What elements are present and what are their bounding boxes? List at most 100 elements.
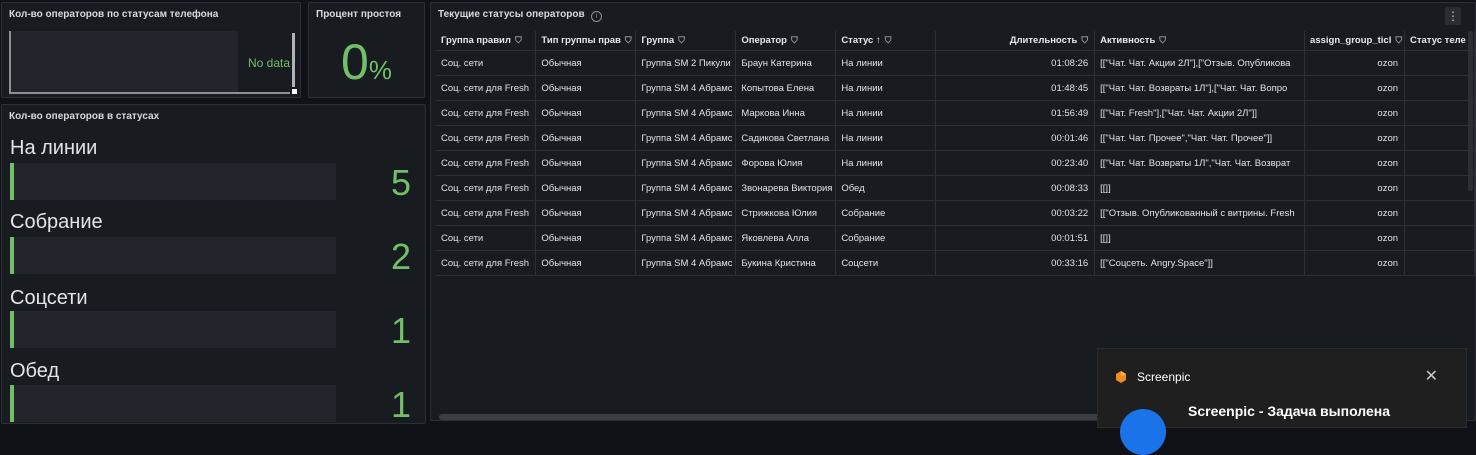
resize-handle[interactable] [292,89,297,94]
table-cell: Собрание [835,200,936,226]
table-header-row: Группа правил ⛉ Тип группы прав ⛉ Группа ⛉ … [436,31,1475,51]
table-cell [1404,150,1475,176]
status-bar-fill [10,385,14,422]
column-header[interactable]: Активность ⛉ [1094,31,1306,51]
table-cell: ozon [1304,100,1406,126]
table-cell: [["Соцсеть. Angry.Space"]] [1094,250,1306,276]
filter-icon[interactable]: ⛉ [791,35,798,46]
table-cell [1404,125,1475,151]
column-header[interactable]: Тип группы прав ⛉ [535,31,637,51]
filter-icon[interactable]: ⛉ [1159,35,1166,46]
table-cell: Обед [835,175,936,201]
table-cell: Соц. сети для Fresh [436,125,537,151]
vertical-scrollbar[interactable] [1468,31,1473,191]
panel-title: Процент простоя [316,9,402,20]
idle-unit: % [368,55,392,85]
table-cell: Обычная [535,150,637,176]
filter-icon[interactable]: ⛉ [1395,35,1402,46]
table-cell: Соц. сети [436,50,537,76]
column-header-label: Статус теле [1410,35,1466,46]
filter-icon[interactable]: ⛉ [625,35,632,46]
table-cell: Собрание [835,225,936,251]
column-header-label: Группа правил [441,35,511,46]
table-cell [1404,225,1475,251]
table-cell: Группа SM 4 Абрамс [635,125,737,151]
table-cell: 01:08:26 [935,50,1096,76]
table-cell: Маркова Инна [735,100,837,126]
close-icon[interactable]: ✕ [1425,366,1438,386]
table-cell: 00:08:33 [935,175,1096,201]
table-cell: 00:33:16 [935,250,1096,276]
table-cell: 00:01:46 [935,125,1096,151]
table-cell: Обычная [535,125,637,151]
column-header-label: Активность [1100,35,1156,46]
idle-value: 0% [309,33,424,91]
table-row[interactable]: Соц. сети для Fresh Обычная Группа SM 4 Аб… [436,125,1475,151]
column-header[interactable]: Статус ↑ ⛉ [835,31,936,51]
status-label: Обед [10,360,60,382]
table-cell: Обычная [535,75,637,101]
table-cell: 00:01:51 [935,225,1096,251]
column-header[interactable]: assign_group_ticl ⛉ [1304,31,1406,51]
table-cell: Обычная [535,200,637,226]
table-cell: Обычная [535,50,637,76]
table-cell: ozon [1304,125,1406,151]
filter-icon[interactable]: ⛉ [515,35,522,46]
horizontal-scrollbar[interactable] [439,414,1139,420]
column-header[interactable]: Оператор ⛉ [735,31,837,51]
table-cell: Соц. сети для Fresh [436,250,537,276]
table-row[interactable]: Соц. сети Обычная Группа SM 4 Абрамс Яковле… [436,225,1475,251]
info-icon[interactable]: i [591,11,602,22]
table-cell: [["Чат. Чат. Прочее","Чат. Чат. Прочее"]… [1094,125,1306,151]
column-header[interactable]: Статус теле [1404,31,1475,51]
table-cell: [["Чат. Fresh"],["Чат. Чат. Акции 2Л"]] [1094,100,1306,126]
column-header[interactable]: Длительность ⛉ [935,31,1096,51]
table-cell: [["Отзыв. Опубликованный с витрины. Fres… [1094,200,1306,226]
table-cell: Соцсети [835,250,936,276]
table-cell: На линии [835,50,936,76]
table-cell: ozon [1304,150,1406,176]
table-cell: Обычная [535,225,637,251]
status-bar-fill [10,237,14,274]
column-header[interactable]: Группа ⛉ [635,31,737,51]
filter-icon[interactable]: ⛉ [678,35,685,46]
sort-asc-icon[interactable]: ↑ [876,35,881,46]
status-count: 5 [390,162,411,203]
table-cell: 00:03:22 [935,200,1096,226]
notification-toast[interactable]: Screenpic ✕ Screenpic - Задача выполена [1097,348,1467,455]
table-cell: Яковлева Алла [735,225,837,251]
table-row[interactable]: Соц. сети для Fresh Обычная Группа SM 4 Аб… [436,100,1475,126]
table-cell: Соц. сети для Fresh [436,75,537,101]
status-bar-fill [10,163,14,200]
table-cell: Группа SM 4 Абрамс [635,250,737,276]
table-row[interactable]: Соц. сети для Fresh Обычная Группа SM 4 Аб… [436,250,1475,276]
table-cell: [["Чат. Чат. Возвраты 1Л","Чат. Чат. Воз… [1094,150,1306,176]
column-header-label: Группа [641,35,675,46]
table-cell: [[]] [1094,225,1306,251]
filter-icon[interactable]: ⛉ [885,35,892,46]
table-row[interactable]: Соц. сети Обычная Группа SM 2 Пикули Браун … [436,50,1475,76]
status-label: Соцсети [10,287,88,309]
menu-icon[interactable]: ⋮ [1445,7,1461,25]
plot-area [9,31,238,93]
filter-icon[interactable]: ⛉ [1081,35,1088,46]
column-header-label: Статус [841,35,874,46]
table-cell [1404,50,1475,76]
toast-avatar [1120,409,1166,455]
status-bar [10,163,336,200]
table-cell: 00:23:40 [935,150,1096,176]
table-row[interactable]: Соц. сети для Fresh Обычная Группа SM 4 Аб… [436,150,1475,176]
screenpic-logo-icon [1116,371,1126,383]
table-cell: Группа SM 4 Абрамс [635,100,737,126]
panel-title: Кол-во операторов в статусах [9,111,160,122]
table-row[interactable]: Соц. сети для Fresh Обычная Группа SM 4 Аб… [436,200,1475,226]
table-cell: ozon [1304,225,1406,251]
table-cell [1404,75,1475,101]
status-bar [10,237,336,274]
table-row[interactable]: Соц. сети для Fresh Обычная Группа SM 4 Аб… [436,75,1475,101]
table-cell: Стрижкова Юлия [735,200,837,226]
column-header[interactable]: Группа правил ⛉ [436,31,537,51]
table-cell: Форова Юлия [735,150,837,176]
status-counts-panel: Кол-во операторов в статусах На линии 5 … [1,104,426,424]
table-row[interactable]: Соц. сети для Fresh Обычная Группа SM 4 Аб… [436,175,1475,201]
